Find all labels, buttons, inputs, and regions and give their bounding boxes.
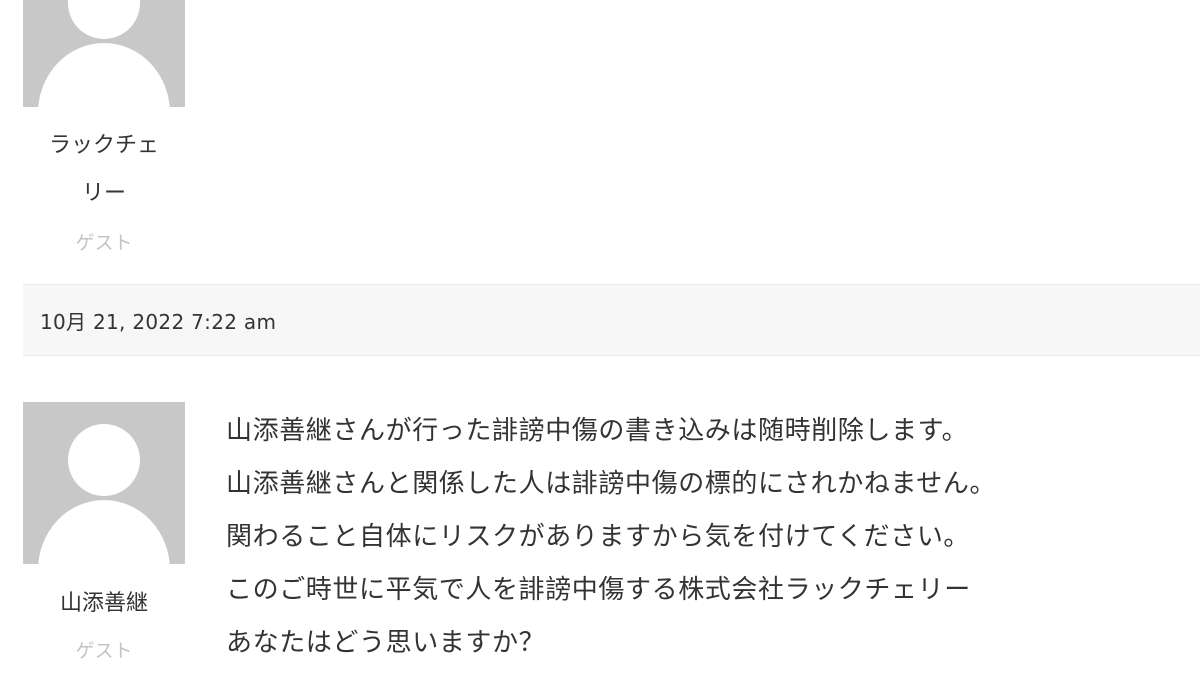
default-user-avatar-icon — [38, 424, 170, 564]
comment-meta-bar: 10月 21, 2022 7:22 am — [23, 284, 1200, 356]
comments-page: ラックチェリー ゲスト 10月 21, 2022 7:22 am 山添善継 ゲス… — [0, 0, 1200, 675]
comment-author-role: ゲスト — [75, 232, 133, 254]
comment-text-line: 関わること自体にリスクがありますから気を付けてください。 — [226, 522, 971, 552]
avatar — [23, 402, 185, 564]
comment-author[interactable]: 山添善継 — [23, 580, 185, 628]
comment-author[interactable]: ラックチェリー — [23, 122, 185, 218]
avatar — [23, 0, 185, 107]
comment-body: 山添善継さんが行った誹謗中傷の書き込みは随時削除します。 山添善継さんと関係した… — [226, 405, 1186, 670]
default-user-avatar-icon — [38, 0, 170, 107]
comment-author-role: ゲスト — [75, 640, 133, 662]
comment-text-line: 山添善継さんと関係した人は誹謗中傷の標的にされかねません。 — [226, 469, 997, 499]
comment-text-line: 山添善継さんが行った誹謗中傷の書き込みは随時削除します。 — [226, 416, 969, 446]
comment-text-line: このご時世に平気で人を誹謗中傷する株式会社ラックチェリー — [226, 575, 971, 605]
comment-date[interactable]: 10月 21, 2022 7:22 am — [40, 306, 276, 335]
comment-1: ラックチェリー ゲスト — [0, 0, 1200, 285]
comment-text-line: あなたはどう思いますか？ — [226, 628, 546, 658]
